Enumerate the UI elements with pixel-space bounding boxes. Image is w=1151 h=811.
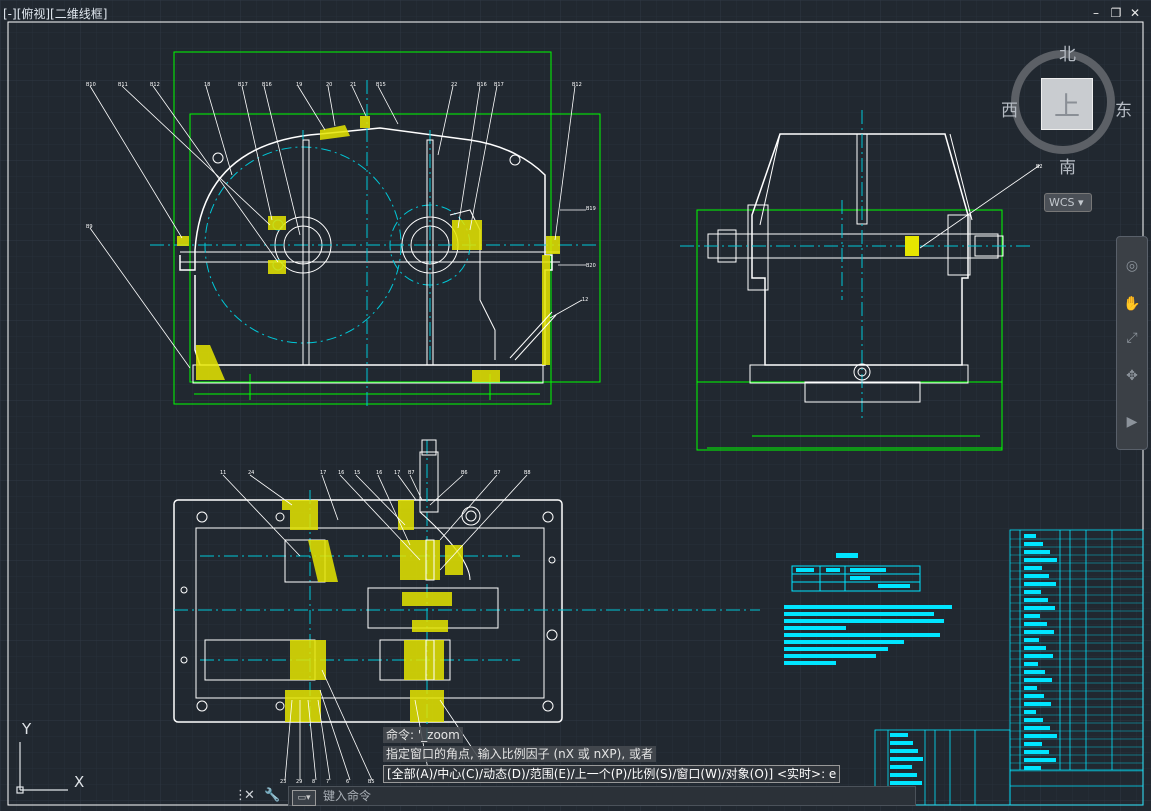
parts-row-name-bar (1024, 646, 1046, 650)
command-history-line-1: 命令: '_zoom (383, 727, 463, 743)
viewcube-north[interactable]: 北 (1059, 40, 1076, 65)
viewcube-top-face[interactable]: 上 (1041, 78, 1093, 130)
parts-row-name-bar (1024, 638, 1039, 642)
parts-row-name-bar (1024, 550, 1050, 554)
ucs-x-label: X (74, 773, 85, 791)
parts-row-name-bar (1024, 686, 1037, 690)
svg-text:B19: B19 (586, 206, 596, 212)
title-block-row-bar (890, 749, 918, 753)
viewcube-south[interactable]: 南 (1059, 153, 1076, 178)
svg-text:B10: B10 (86, 82, 96, 88)
parts-row-name-bar (1024, 566, 1042, 570)
recent-commands-icon[interactable]: ▭▾ (292, 790, 316, 806)
svg-text:21: 21 (350, 82, 356, 88)
parts-row-name-bar (1024, 654, 1053, 658)
navigation-bar: ◎ ✋ ⤢ ✥ ▶ (1116, 236, 1148, 450)
parts-row-name-bar (1024, 622, 1047, 626)
command-bar: ⋮ ✕ 🔧 ▭▾ (230, 785, 920, 809)
customize-wrench-icon[interactable]: 🔧 (264, 788, 280, 803)
orbit-icon[interactable]: ✥ (1123, 367, 1141, 385)
svg-text:B15: B15 (376, 82, 386, 88)
viewport-restore-button[interactable]: ❐ (1108, 6, 1124, 20)
svg-text:B12: B12 (150, 82, 160, 88)
title-block-row-bar (890, 765, 912, 769)
svg-text:B11: B11 (118, 82, 128, 88)
svg-text:24: 24 (248, 470, 254, 476)
title-block-row-bar (890, 741, 913, 745)
command-input[interactable] (288, 786, 916, 806)
parts-row-name-bar (1024, 734, 1057, 738)
title-block-row-bar (890, 773, 917, 777)
parts-row-name-bar (1024, 630, 1054, 634)
svg-text:20: 20 (326, 82, 332, 88)
ucs-labels: Y X (14, 720, 94, 800)
parts-row-name-bar (1024, 670, 1045, 674)
zoom-icon[interactable]: ⤢ (1123, 329, 1141, 347)
viewcube-west[interactable]: 西 (1001, 96, 1018, 121)
svg-text:16: 16 (338, 470, 344, 476)
svg-text:B20: B20 (586, 263, 596, 269)
viewcube-east[interactable]: 东 (1115, 96, 1132, 121)
chevron-down-icon: ▾ (1078, 196, 1084, 209)
svg-text:B7: B7 (408, 470, 415, 476)
svg-text:19: 19 (296, 82, 302, 88)
title-block-row-bar (890, 757, 923, 761)
parts-row-name-bar (1024, 710, 1036, 714)
parts-row-name-bar (1024, 678, 1052, 682)
svg-text:B17: B17 (494, 82, 504, 88)
parts-row-name-bar (1024, 662, 1038, 666)
parts-row-name-bar (1024, 534, 1036, 538)
wcs-menu-button[interactable]: WCS ▾ (1044, 193, 1092, 212)
svg-text:B16: B16 (477, 82, 487, 88)
parts-row-name-bar (1024, 558, 1057, 562)
viewport-minimize-button[interactable]: – (1088, 6, 1104, 20)
parts-row-name-bar (1024, 718, 1043, 722)
svg-text:B7: B7 (494, 470, 501, 476)
full-navigation-wheel-icon[interactable]: ◎ (1123, 257, 1141, 275)
svg-text:B16: B16 (262, 82, 272, 88)
svg-text:16: 16 (376, 470, 382, 476)
parts-row-name-bar (1024, 758, 1056, 762)
svg-text:17: 17 (394, 470, 400, 476)
svg-text:B17: B17 (238, 82, 248, 88)
svg-text:15: 15 (354, 470, 360, 476)
command-history-line-2: 指定窗口的角点, 输入比例因子 (nX 或 nXP), 或者 (383, 746, 656, 762)
ucs-y-label: Y (22, 720, 32, 738)
viewport-label[interactable]: [-][俯视][二维线框] (3, 5, 107, 22)
viewport-close-button[interactable]: ✕ (1127, 6, 1143, 20)
parts-row-name-bar (1024, 702, 1051, 706)
svg-text:B9: B9 (86, 224, 93, 230)
parts-row-name-bar (1024, 742, 1042, 746)
close-icon[interactable]: ✕ (244, 788, 255, 803)
title-block-row-bar (890, 733, 908, 737)
svg-text:B8: B8 (524, 470, 531, 476)
parts-row-name-bar (1024, 606, 1055, 610)
parts-row-name-bar (1024, 614, 1040, 618)
parts-row-name-bar (1024, 726, 1050, 730)
drawing-canvas[interactable]: B10 B11 B12 18 B17 B16 19 20 21 B15 22 B16 B17 B1… (0, 0, 1151, 811)
command-prompt-options[interactable]: [全部(A)/中心(C)/动态(D)/范围(E)/上一个(P)/比例(S)/窗口… (383, 765, 841, 783)
svg-text:B6: B6 (461, 470, 468, 476)
svg-text:22: 22 (451, 82, 457, 88)
wcs-label: WCS (1049, 196, 1075, 209)
pan-icon[interactable]: ✋ (1123, 295, 1141, 313)
parts-row-name-bar (1024, 598, 1048, 602)
showmotion-icon[interactable]: ▶ (1123, 413, 1141, 431)
viewcube[interactable]: 上 北 南 东 西 (1001, 40, 1135, 178)
parts-row-name-bar (1024, 590, 1041, 594)
parts-row-name-bar (1024, 750, 1049, 754)
parts-row-name-bar (1024, 542, 1043, 546)
svg-text:17: 17 (320, 470, 326, 476)
parts-row-name-bar (1024, 582, 1056, 586)
svg-text:12: 12 (582, 297, 588, 303)
parts-row-name-bar (1024, 766, 1041, 770)
parts-row-name-bar (1024, 694, 1044, 698)
svg-text:18: 18 (204, 82, 210, 88)
svg-text:B12: B12 (572, 82, 582, 88)
svg-text:11: 11 (220, 470, 226, 476)
parts-row-name-bar (1024, 574, 1049, 578)
